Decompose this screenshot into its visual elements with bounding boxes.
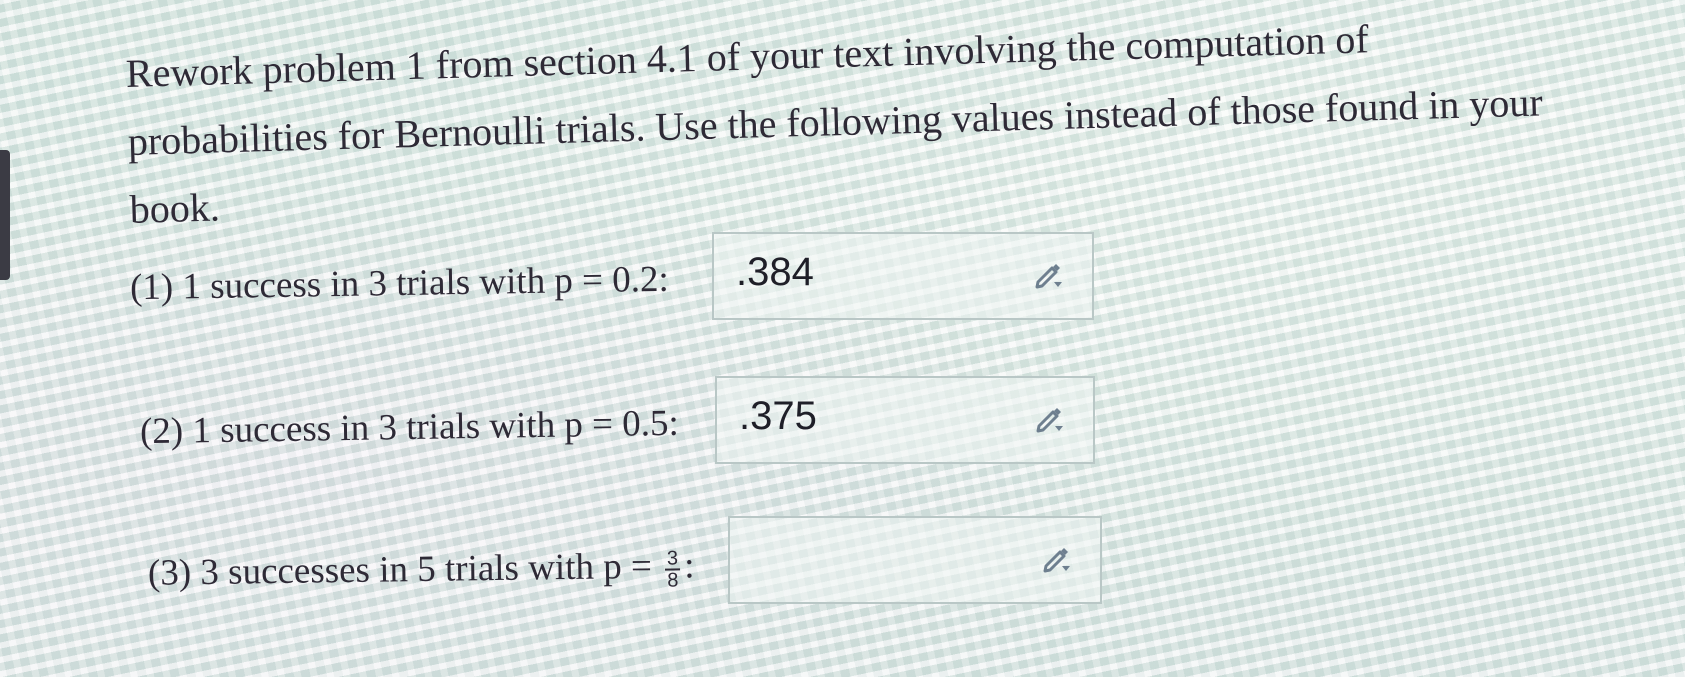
- item-2-label: (2) 1 success in 3 trials with p = 0.5:: [139, 402, 680, 453]
- item-1-label: (1) 1 success in 3 trials with p = 0.2:: [129, 258, 670, 309]
- item-1-answer-box[interactable]: .384: [712, 232, 1094, 320]
- item-2-row: (2) 1 success in 3 trials with p = 0.5:: [140, 402, 679, 453]
- screen-edge-bar: [0, 150, 10, 280]
- item-1-row: (1) 1 success in 3 trials with p = 0.2:: [130, 258, 669, 309]
- pencil-edit-icon[interactable]: [1033, 402, 1067, 436]
- question-text: Rework problem 1 from section 4.1 of you…: [125, 16, 1544, 232]
- item-2-answer: .375: [739, 394, 817, 438]
- probability-fraction: 3 8: [664, 547, 681, 592]
- pencil-edit-icon[interactable]: [1040, 542, 1074, 576]
- item-3-label-prefix: (3) 3 successes in 5 trials with p =: [147, 545, 653, 594]
- item-3-label-suffix: :: [683, 545, 695, 587]
- item-3-answer-box[interactable]: [728, 516, 1102, 604]
- item-3-row: (3) 3 successes in 5 trials with p = 3 8…: [148, 544, 695, 597]
- item-3-label: (3) 3 successes in 5 trials with p = 3 8…: [148, 544, 695, 597]
- fraction-denominator: 8: [667, 568, 679, 592]
- pencil-edit-icon[interactable]: [1032, 258, 1066, 292]
- item-1-answer: .384: [736, 250, 814, 294]
- fraction-numerator: 3: [664, 547, 681, 571]
- item-2-answer-box[interactable]: .375: [715, 376, 1095, 464]
